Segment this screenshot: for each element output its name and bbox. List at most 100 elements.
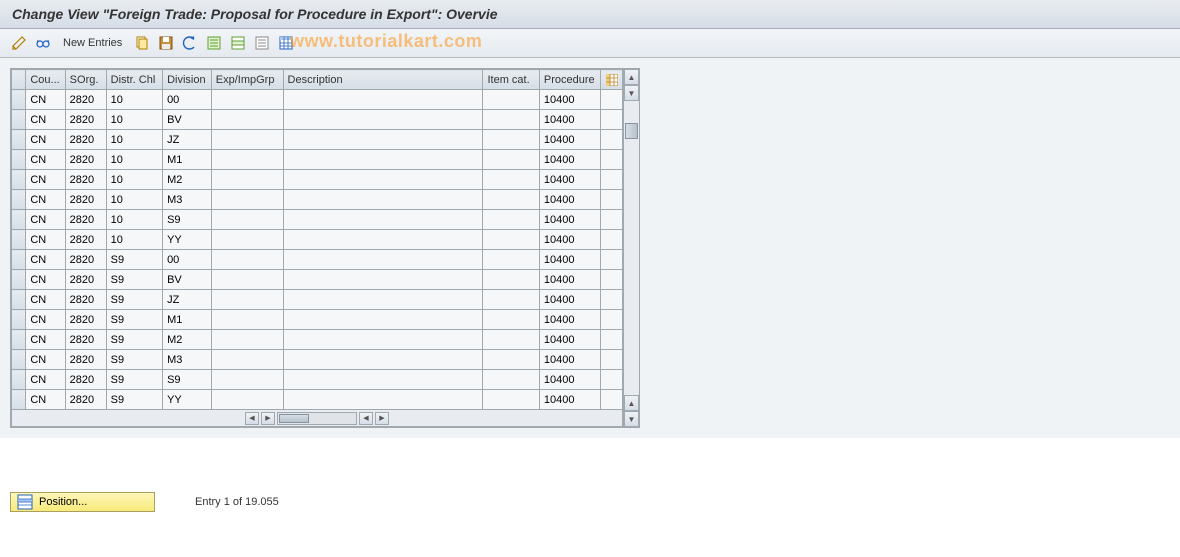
- cell-distr-chl[interactable]: S9: [106, 310, 162, 330]
- cell-item-cat[interactable]: [483, 170, 539, 190]
- scroll-up-button[interactable]: ▲: [624, 69, 639, 85]
- cell-exp-imp[interactable]: [211, 170, 283, 190]
- position-button[interactable]: Position...: [10, 492, 155, 512]
- cell-country[interactable]: CN: [26, 150, 65, 170]
- cell-sales-org[interactable]: 2820: [65, 330, 106, 350]
- row-selector[interactable]: [12, 190, 26, 210]
- cell-description[interactable]: [283, 130, 483, 150]
- glasses-view-icon[interactable]: [32, 33, 54, 53]
- hscroll-track[interactable]: [277, 412, 357, 425]
- cell-division[interactable]: M3: [163, 350, 212, 370]
- cell-distr-chl[interactable]: 10: [106, 130, 162, 150]
- cell-item-cat[interactable]: [483, 310, 539, 330]
- row-selector[interactable]: [12, 370, 26, 390]
- cell-country[interactable]: CN: [26, 350, 65, 370]
- cell-procedure[interactable]: 10400: [539, 230, 601, 250]
- cell-country[interactable]: CN: [26, 390, 65, 410]
- row-selector[interactable]: [12, 330, 26, 350]
- cell-procedure[interactable]: 10400: [539, 330, 601, 350]
- cell-distr-chl[interactable]: S9: [106, 290, 162, 310]
- table-settings-icon[interactable]: [275, 33, 297, 53]
- cell-procedure[interactable]: 10400: [539, 390, 601, 410]
- cell-country[interactable]: CN: [26, 130, 65, 150]
- cell-exp-imp[interactable]: [211, 210, 283, 230]
- cell-item-cat[interactable]: [483, 350, 539, 370]
- row-selector[interactable]: [12, 130, 26, 150]
- cell-country[interactable]: CN: [26, 110, 65, 130]
- column-distr-chl[interactable]: Distr. Chl: [106, 70, 162, 90]
- cell-exp-imp[interactable]: [211, 230, 283, 250]
- cell-sales-org[interactable]: 2820: [65, 270, 106, 290]
- cell-procedure[interactable]: 10400: [539, 310, 601, 330]
- cell-distr-chl[interactable]: 10: [106, 170, 162, 190]
- cell-procedure[interactable]: 10400: [539, 250, 601, 270]
- cell-country[interactable]: CN: [26, 270, 65, 290]
- cell-exp-imp[interactable]: [211, 390, 283, 410]
- cell-item-cat[interactable]: [483, 210, 539, 230]
- cell-distr-chl[interactable]: 10: [106, 110, 162, 130]
- cell-procedure[interactable]: 10400: [539, 130, 601, 150]
- row-selector[interactable]: [12, 150, 26, 170]
- cell-distr-chl[interactable]: S9: [106, 390, 162, 410]
- cell-exp-imp[interactable]: [211, 110, 283, 130]
- cell-division[interactable]: BV: [163, 270, 212, 290]
- cell-sales-org[interactable]: 2820: [65, 370, 106, 390]
- cell-division[interactable]: JZ: [163, 290, 212, 310]
- row-selector[interactable]: [12, 110, 26, 130]
- cell-procedure[interactable]: 10400: [539, 190, 601, 210]
- cell-description[interactable]: [283, 210, 483, 230]
- cell-description[interactable]: [283, 390, 483, 410]
- cell-exp-imp[interactable]: [211, 350, 283, 370]
- select-all-rows[interactable]: [12, 70, 26, 90]
- cell-exp-imp[interactable]: [211, 190, 283, 210]
- vscroll-track[interactable]: [624, 101, 639, 395]
- cell-exp-imp[interactable]: [211, 310, 283, 330]
- copy-as-icon[interactable]: [131, 33, 153, 53]
- cell-exp-imp[interactable]: [211, 250, 283, 270]
- cell-exp-imp[interactable]: [211, 150, 283, 170]
- cell-sales-org[interactable]: 2820: [65, 230, 106, 250]
- cell-exp-imp[interactable]: [211, 290, 283, 310]
- cell-description[interactable]: [283, 250, 483, 270]
- cell-description[interactable]: [283, 110, 483, 130]
- cell-item-cat[interactable]: [483, 290, 539, 310]
- cell-division[interactable]: M1: [163, 150, 212, 170]
- cell-procedure[interactable]: 10400: [539, 350, 601, 370]
- scroll-right-end-button[interactable]: ▶: [375, 412, 389, 425]
- cell-sales-org[interactable]: 2820: [65, 310, 106, 330]
- cell-description[interactable]: [283, 370, 483, 390]
- cell-item-cat[interactable]: [483, 190, 539, 210]
- cell-description[interactable]: [283, 350, 483, 370]
- column-exp-imp-grp[interactable]: Exp/ImpGrp: [211, 70, 283, 90]
- cell-division[interactable]: M2: [163, 330, 212, 350]
- cell-procedure[interactable]: 10400: [539, 290, 601, 310]
- cell-procedure[interactable]: 10400: [539, 110, 601, 130]
- scroll-left-end-button[interactable]: ◀: [359, 412, 373, 425]
- column-country[interactable]: Cou...: [26, 70, 65, 90]
- cell-item-cat[interactable]: [483, 270, 539, 290]
- row-selector[interactable]: [12, 170, 26, 190]
- cell-description[interactable]: [283, 310, 483, 330]
- scroll-left-button[interactable]: ◀: [245, 412, 259, 425]
- cell-division[interactable]: S9: [163, 210, 212, 230]
- cell-procedure[interactable]: 10400: [539, 370, 601, 390]
- cell-distr-chl[interactable]: 10: [106, 90, 162, 110]
- cell-sales-org[interactable]: 2820: [65, 110, 106, 130]
- cell-item-cat[interactable]: [483, 250, 539, 270]
- row-selector[interactable]: [12, 250, 26, 270]
- cell-procedure[interactable]: 10400: [539, 90, 601, 110]
- cell-procedure[interactable]: 10400: [539, 270, 601, 290]
- cell-exp-imp[interactable]: [211, 270, 283, 290]
- cell-sales-org[interactable]: 2820: [65, 130, 106, 150]
- cell-sales-org[interactable]: 2820: [65, 250, 106, 270]
- cell-item-cat[interactable]: [483, 110, 539, 130]
- cell-division[interactable]: M3: [163, 190, 212, 210]
- cell-division[interactable]: S9: [163, 370, 212, 390]
- cell-description[interactable]: [283, 150, 483, 170]
- cell-procedure[interactable]: 10400: [539, 210, 601, 230]
- column-item-cat[interactable]: Item cat.: [483, 70, 539, 90]
- cell-sales-org[interactable]: 2820: [65, 150, 106, 170]
- cell-item-cat[interactable]: [483, 330, 539, 350]
- new-entries-button[interactable]: New Entries: [56, 33, 129, 53]
- cell-country[interactable]: CN: [26, 210, 65, 230]
